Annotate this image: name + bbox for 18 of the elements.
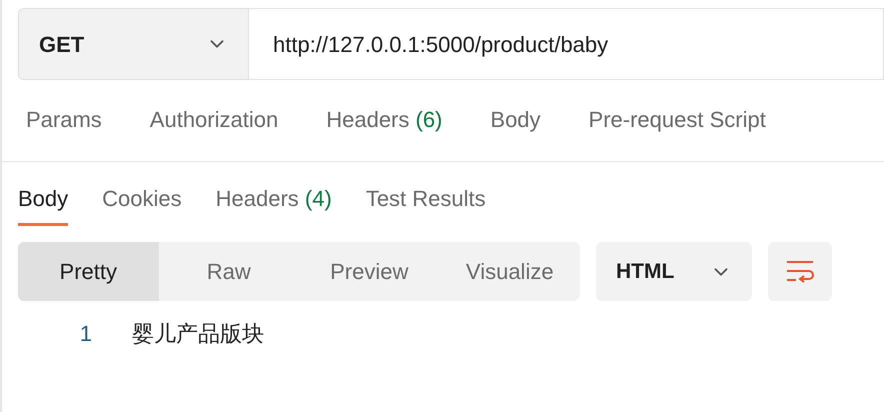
- format-dropdown[interactable]: HTML: [596, 242, 752, 301]
- view-mode-tab[interactable]: Raw: [158, 242, 299, 301]
- request-tab[interactable]: Authorization: [150, 98, 278, 142]
- view-mode-tab[interactable]: Pretty: [18, 242, 158, 301]
- response-tab[interactable]: Test Results: [366, 182, 486, 226]
- request-tab[interactable]: Params: [26, 98, 102, 142]
- wrap-lines-button[interactable]: [768, 242, 832, 301]
- request-tab[interactable]: Body: [490, 98, 541, 142]
- response-tab[interactable]: Body: [18, 182, 68, 226]
- request-tab[interactable]: Pre-request Script: [588, 98, 766, 142]
- code-line: 婴儿产品版块: [132, 320, 264, 348]
- wrap-lines-icon: [785, 258, 815, 284]
- response-tab[interactable]: Cookies: [102, 182, 182, 226]
- view-mode-tab[interactable]: Preview: [299, 242, 440, 301]
- view-mode-tab[interactable]: Visualize: [440, 242, 580, 301]
- response-tab[interactable]: Headers (4): [216, 182, 332, 226]
- line-number: 1: [78, 320, 92, 348]
- request-tab[interactable]: Headers (6): [326, 98, 442, 142]
